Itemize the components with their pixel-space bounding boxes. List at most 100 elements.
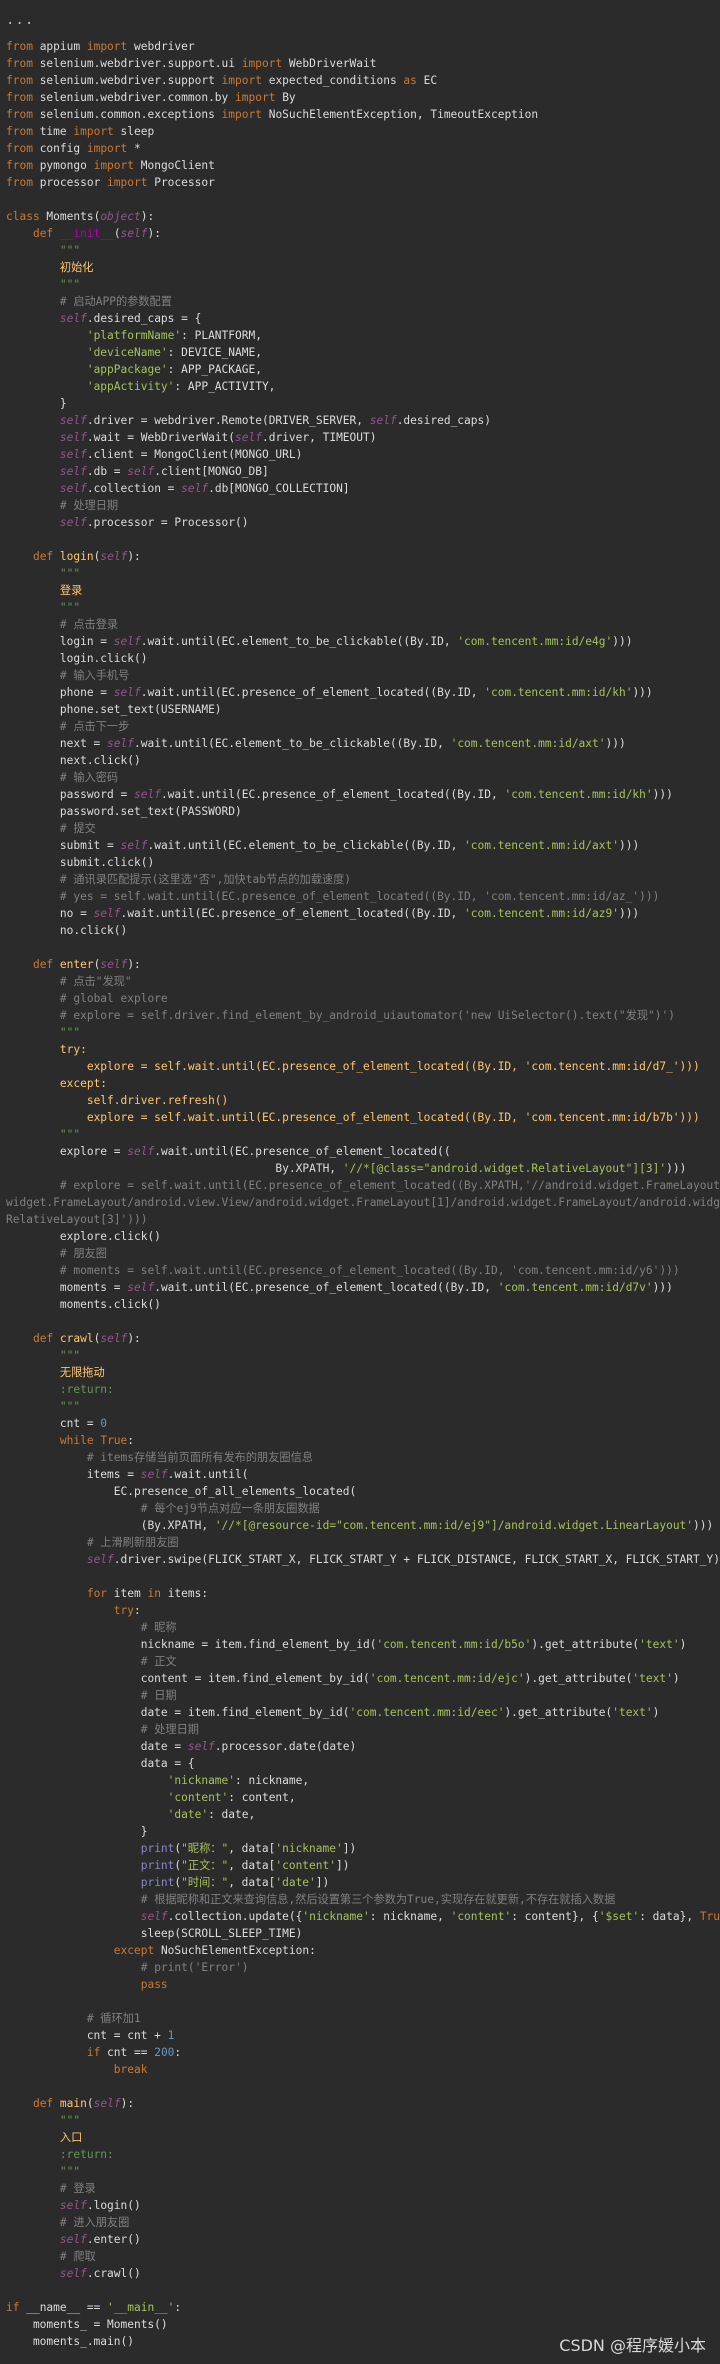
code-token: def bbox=[32, 2097, 54, 2110]
code-token: next = bbox=[6, 737, 108, 750]
code-token: self bbox=[59, 2233, 87, 2246]
code-token: ).get_attribute( bbox=[524, 1672, 633, 1685]
code-line: self.db = self.client[MONGO_DB] bbox=[6, 463, 720, 480]
code-token: import bbox=[235, 91, 276, 104]
code-token: time bbox=[32, 125, 74, 138]
code-token: '$set' bbox=[598, 1910, 640, 1923]
code-line: 无限拖动 bbox=[6, 1364, 720, 1381]
code-line: items = self.wait.until( bbox=[6, 1466, 720, 1483]
code-token: 'com.tencent.mm:id/eec' bbox=[349, 1706, 505, 1719]
code-token: .processor.date(date) bbox=[214, 1740, 357, 1753]
code-line: """ bbox=[6, 276, 720, 293]
code-line: # 点击下一步 bbox=[6, 718, 720, 735]
code-token: class bbox=[6, 210, 40, 223]
code-token: .enter() bbox=[86, 2233, 141, 2246]
code-line: self.collection.update({'nickname': nick… bbox=[6, 1908, 720, 1925]
code-token: 'com.tencent.mm:id/ejc' bbox=[369, 1672, 525, 1685]
code-token: 入口 bbox=[59, 2131, 83, 2144]
code-token: WebDriverWait bbox=[282, 57, 377, 70]
code-token: 'com.tencent.mm:id/b5o' bbox=[376, 1638, 532, 1651]
code-token: no = bbox=[6, 907, 94, 920]
code-token: pass bbox=[140, 1978, 168, 1991]
code-token: phone = bbox=[6, 686, 114, 699]
code-line: 'appActivity': APP_ACTIVITY, bbox=[6, 378, 720, 395]
code-line: cnt = cnt + 1 bbox=[6, 2027, 720, 2044]
code-line: no.click() bbox=[6, 922, 720, 939]
code-token: "时间：" bbox=[181, 1876, 229, 1889]
code-token: } bbox=[6, 1825, 148, 1838]
code-token: in bbox=[147, 1587, 161, 1600]
code-token: self bbox=[127, 465, 155, 478]
code-editor[interactable]: ... from appium import webdriver from sel… bbox=[0, 0, 720, 2364]
code-line: print("昵称：", data['nickname']) bbox=[6, 1840, 720, 1857]
code-line: self.wait = WebDriverWait(self.driver, T… bbox=[6, 429, 720, 446]
code-token: """ bbox=[59, 1400, 81, 1413]
code-token: : APP_PACKAGE, bbox=[167, 363, 262, 376]
code-token: ))) bbox=[605, 737, 626, 750]
code-token: 1 bbox=[167, 2029, 175, 2042]
code-line: nickname = item.find_element_by_id('com.… bbox=[6, 1636, 720, 1653]
code-token: ): bbox=[127, 958, 141, 971]
code-token: import bbox=[93, 159, 134, 172]
code-token: Processor bbox=[147, 176, 215, 189]
code-token: .desired_caps = { bbox=[86, 312, 202, 325]
code-token: # moments = self.wait.until(EC.presence_… bbox=[59, 1264, 680, 1277]
code-line: login.click() bbox=[6, 650, 720, 667]
code-token: (By.XPATH, bbox=[6, 1519, 215, 1532]
code-line: login = self.wait.until(EC.element_to_be… bbox=[6, 633, 720, 650]
code-token: from bbox=[6, 108, 33, 121]
code-token: self.driver.refresh() bbox=[86, 1094, 229, 1107]
code-line: :return: bbox=[6, 1381, 720, 1398]
code-token: # 根据昵称和正文来查询信息,然后设置第三个参数为True,实现存在就更新,不存… bbox=[140, 1893, 616, 1906]
code-token: processor bbox=[32, 176, 108, 189]
code-line: explore = self.wait.until(EC.presence_of… bbox=[6, 1143, 720, 1160]
code-token: .db = bbox=[86, 465, 128, 478]
code-token: # 上滑刷新朋友圈 bbox=[86, 1536, 179, 1549]
code-token: for bbox=[86, 1587, 108, 1600]
code-token: from bbox=[6, 91, 33, 104]
code-token: 登录 bbox=[59, 584, 83, 597]
code-token: .collection = bbox=[86, 482, 182, 495]
code-line: break bbox=[6, 2061, 720, 2078]
code-line: from config import * bbox=[6, 140, 720, 157]
code-line: # 根据昵称和正文来查询信息,然后设置第三个参数为True,实现存在就更新,不存… bbox=[6, 1891, 720, 1908]
code-token: self bbox=[127, 1281, 155, 1294]
code-line: submit = self.wait.until(EC.element_to_b… bbox=[6, 837, 720, 854]
code-line: # 处理日期 bbox=[6, 1721, 720, 1738]
code-token: self bbox=[127, 1145, 155, 1158]
code-token: self bbox=[59, 431, 87, 444]
code-line: # 上滑刷新朋友圈 bbox=[6, 1534, 720, 1551]
code-token: date = item.find_element_by_id( bbox=[6, 1706, 350, 1719]
code-line: except NoSuchElementException: bbox=[6, 1942, 720, 1959]
code-token: True bbox=[699, 1910, 720, 1923]
code-token: self bbox=[59, 465, 87, 478]
code-area[interactable]: from appium import webdriver from seleniu… bbox=[6, 38, 720, 2350]
code-token: "昵称：" bbox=[181, 1842, 229, 1855]
code-token: if bbox=[86, 2046, 101, 2059]
code-token: ): bbox=[120, 2097, 135, 2110]
code-token: 'nickname' bbox=[167, 1774, 236, 1787]
code-line: # 登录 bbox=[6, 2180, 720, 2197]
code-line: try: bbox=[6, 1602, 720, 1619]
code-token: : bbox=[134, 1604, 141, 1617]
code-token: password = bbox=[6, 788, 134, 801]
